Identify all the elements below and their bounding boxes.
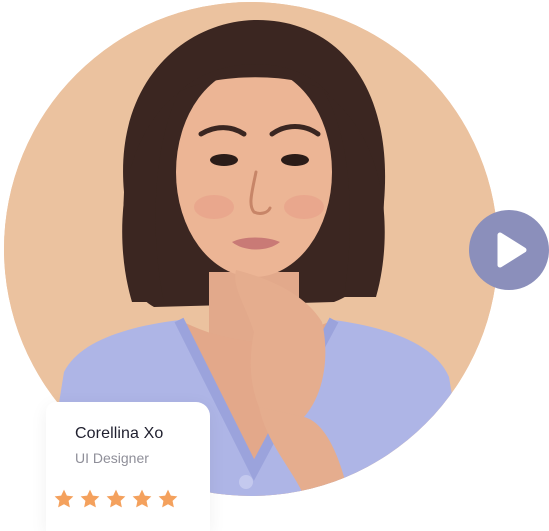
star-rating: [53, 488, 179, 510]
profile-card: Corellina Xo UI Designer: [46, 402, 210, 531]
star-icon: [158, 489, 178, 508]
play-icon: [497, 232, 527, 268]
star-icon: [132, 489, 152, 508]
profile-role: UI Designer: [75, 450, 149, 466]
profile-name: Corellina Xo: [75, 425, 164, 442]
star-icon: [80, 489, 100, 508]
star-icon: [106, 489, 126, 508]
play-button[interactable]: [469, 210, 549, 290]
testimonial-hero: Corellina Xo UI Designer: [0, 0, 549, 531]
star-icon: [54, 489, 74, 508]
